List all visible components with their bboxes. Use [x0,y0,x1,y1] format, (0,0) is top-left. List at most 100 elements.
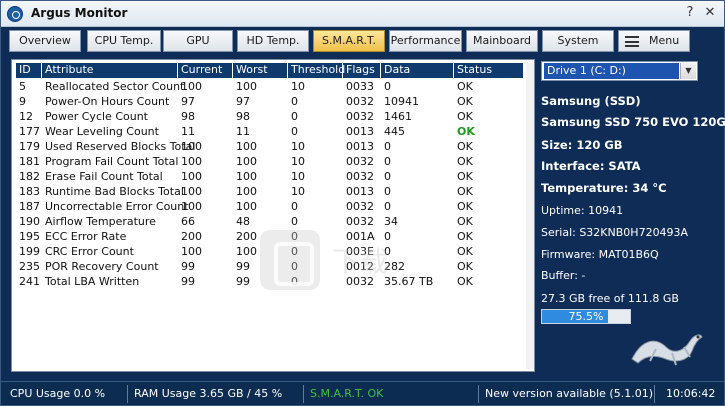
table-row[interactable]: 190 Airflow Temperature 66 48 0 0032 34 OK [16,214,523,229]
chevron-down-icon[interactable]: ▼ [680,63,696,79]
cell-threshold: 10 [291,140,305,153]
col-header-attribute[interactable]: Attribute [42,63,178,78]
drive-usage-label: 75.5% [568,310,604,323]
status-separator [654,385,655,403]
cell-id: 195 [19,230,40,243]
tab-gpu[interactable]: GPU [163,30,233,52]
table-row[interactable]: 182 Erase Fail Count Total 100 100 10 0032 0 OK [16,169,523,184]
status-update-link[interactable]: New version available (5.1.01) [485,382,653,406]
col-header-worst[interactable]: Worst [233,63,288,78]
table-row[interactable]: 177 Wear Leveling Count 11 11 0 0013 445 OK [16,124,523,139]
drive-model: Samsung SSD 750 EVO 120GB [541,115,725,129]
col-header-data[interactable]: Data [381,63,454,78]
window-title: Argus Monitor [31,6,128,20]
col-header-threshold[interactable]: Threshold [288,63,345,78]
cell-data: 0 [384,80,391,93]
cell-id: 12 [19,110,33,123]
cell-flags: 0032 [346,215,374,228]
close-icon[interactable]: ✕ [701,5,719,23]
cell-current: 97 [181,95,195,108]
status-separator [127,385,128,403]
cell-current: 100 [181,245,202,258]
col-header-flags[interactable]: Flags [343,63,381,78]
tab-performance[interactable]: Performance [389,30,462,52]
cell-flags: 0013 [346,185,374,198]
cell-data: 0 [384,245,391,258]
cell-status: OK [457,80,473,93]
tab-cpu-temp[interactable]: CPU Temp. [87,30,161,52]
cell-data: 1461 [384,110,412,123]
table-row[interactable]: 187 Uncorrectable Error Count 100 100 0 0032 0… [16,199,523,214]
cell-id: 9 [19,95,26,108]
help-icon[interactable]: ? [681,5,699,23]
cell-status: OK [457,95,473,108]
cell-attribute: Uncorrectable Error Count [45,200,189,213]
cell-attribute: Wear Leveling Count [45,125,159,138]
cell-worst: 100 [236,155,257,168]
cell-worst: 97 [236,95,250,108]
cell-attribute: Runtime Bad Blocks Total [45,185,184,198]
smart-table-panel: ID Attribute Current Worst Threshold Fla… [11,59,535,372]
col-header-current[interactable]: Current [178,63,233,78]
drive-usage-bar: 75.5% [541,309,631,324]
col-header-status[interactable]: Status [454,63,523,78]
table-row[interactable]: 183 Runtime Bad Blocks Total 100 100 10 0013 0… [16,184,523,199]
cell-data: 34 [384,215,398,228]
app-window: Argus Monitor ? ✕ Overview CPU Temp. GPU… [0,0,725,406]
cell-worst: 100 [236,80,257,93]
cell-worst: 100 [236,170,257,183]
cell-status: OK [457,215,473,228]
cell-status: OK [457,110,473,123]
cell-data: 282 [384,260,405,273]
cell-threshold: 0 [291,215,298,228]
cell-data: 10941 [384,95,419,108]
tab-hd-temp[interactable]: HD Temp. [237,30,309,52]
cell-id: 181 [19,155,40,168]
drive-select[interactable]: Drive 1 (C: D:) ▼ [541,61,698,81]
cell-id: 241 [19,275,40,288]
cell-current: 11 [181,125,195,138]
tab-overview[interactable]: Overview [9,30,81,52]
cell-threshold: 10 [291,155,305,168]
cell-attribute: POR Recovery Count [45,260,159,273]
tab-smart[interactable]: S.M.A.R.T. [313,30,385,52]
cell-id: 183 [19,185,40,198]
cell-id: 235 [19,260,40,273]
table-scrollbar[interactable] [526,63,534,369]
cell-current: 100 [181,170,202,183]
cell-attribute: Program Fail Count Total [45,155,179,168]
hamburger-menu-icon [625,36,639,47]
cell-attribute: Power Cycle Count [45,110,148,123]
col-header-id[interactable]: ID [16,63,42,78]
drive-type: Samsung (SSD) [541,94,641,108]
status-separator [303,385,304,403]
cell-status: OK [457,260,473,273]
tab-menu[interactable]: Menu [618,30,690,52]
tab-system[interactable]: System [542,30,614,52]
table-row[interactable]: 179 Used Reserved Blocks Total 100 100 10 001… [16,139,523,154]
status-clock: 10:06:42 [666,387,716,400]
cell-attribute: Airflow Temperature [45,215,156,228]
cell-data: 0 [384,170,391,183]
drive-free-space: 27.3 GB free of 111.8 GB [541,292,679,305]
cell-status: OK [457,140,473,153]
cell-flags: 0013 [346,140,374,153]
drive-firmware: Firmware: MAT01B6Q [541,248,659,261]
cell-id: 5 [19,80,26,93]
drive-uptime: Uptime: 10941 [541,204,624,217]
cell-data: 0 [384,140,391,153]
table-row[interactable]: 5 Reallocated Sector Count 100 100 10 0033 0 OK [16,79,523,94]
cell-attribute: ECC Error Rate [45,230,127,243]
title-bar: Argus Monitor ? ✕ [1,1,724,27]
table-row[interactable]: 12 Power Cycle Count 98 98 0 0032 1461 OK [16,109,523,124]
table-row[interactable]: 181 Program Fail Count Total 100 100 10 0032 0… [16,154,523,169]
cell-data: 0 [384,155,391,168]
cell-current: 66 [181,215,195,228]
tab-mainboard[interactable]: Mainboard [466,30,538,52]
cell-flags: 0032 [346,110,374,123]
drive-temperature: Temperature: 34 °C [541,181,667,195]
cell-id: 190 [19,215,40,228]
cell-flags: 0032 [346,95,374,108]
cell-status: OK [457,230,473,243]
table-row[interactable]: 9 Power-On Hours Count 97 97 0 0032 10941 OK [16,94,523,109]
